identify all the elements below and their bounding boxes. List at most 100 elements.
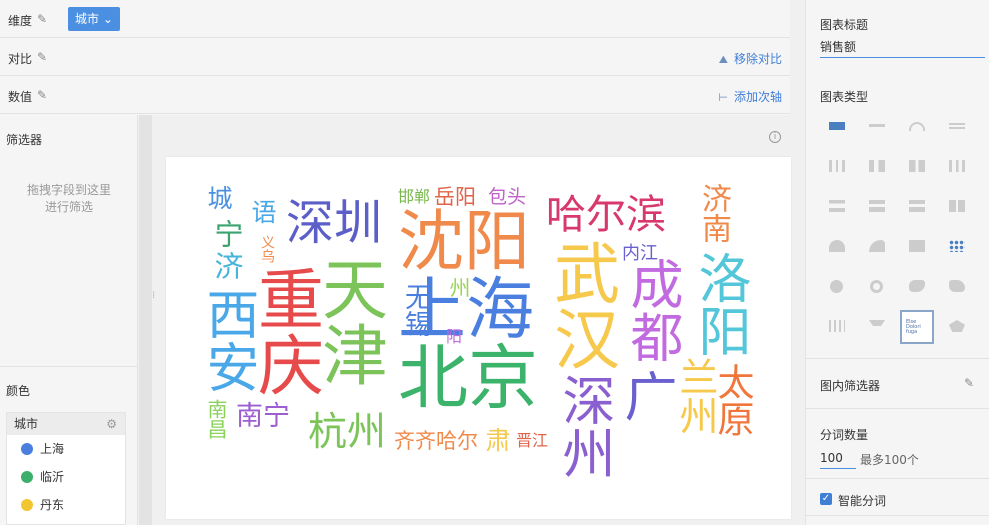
word[interactable]: 南宁 xyxy=(236,403,290,430)
panel-scrollbar[interactable] xyxy=(139,115,152,525)
info-icon[interactable]: i xyxy=(769,131,781,143)
dimension-label: 维度 xyxy=(8,14,33,28)
color-dot xyxy=(21,471,33,483)
divider xyxy=(0,366,138,367)
chart-type-bar-icon[interactable] xyxy=(820,190,854,224)
word[interactable]: 城 xyxy=(204,185,233,210)
pencil-icon[interactable]: ✎ xyxy=(37,50,47,64)
word[interactable]: 北京 xyxy=(398,343,538,413)
word[interactable]: 上海 xyxy=(398,277,534,345)
color-item-label: 临沂 xyxy=(40,470,65,484)
drag-handle-icon[interactable]: ⁞ xyxy=(152,290,155,301)
chart-type-kpi-icon[interactable] xyxy=(860,110,894,144)
pencil-icon[interactable]: ✎ xyxy=(37,88,47,102)
color-item-label: 丹东 xyxy=(40,498,65,512)
chart-type-butterfly-icon[interactable] xyxy=(940,190,974,224)
word[interactable]: 义乌 xyxy=(259,235,275,263)
chart-type-label: 图表类型 xyxy=(820,90,869,104)
smart-seg-label: 智能分词 xyxy=(838,494,887,508)
word[interactable]: 武汉 xyxy=(543,239,620,371)
chart-title-label: 图表标题 xyxy=(820,18,869,32)
dimension-chip-city[interactable]: 城市 ⌄ xyxy=(68,7,120,31)
chevron-down-icon: ⌄ xyxy=(102,12,113,26)
chart-type-waterfall-icon[interactable] xyxy=(940,150,974,184)
chart-type-gauge-icon[interactable] xyxy=(900,110,934,144)
gear-icon[interactable]: ⚙ xyxy=(106,413,117,435)
word[interactable]: 成都 xyxy=(622,257,683,363)
color-field-label: 城市 xyxy=(14,417,39,431)
chart-type-table-icon[interactable] xyxy=(820,110,854,144)
left-panel: 筛选器 拖拽字段到这里 进行筛选 颜色 城市 ⚙ 上海 临沂 丹东 xyxy=(0,115,138,525)
field-shelf: 维度 ✎ 城市 ⌄ 对比 ✎ ⛰ 移除对比 数值 ✎ ⊢ 添加次轴 xyxy=(0,0,790,115)
chart-type-column-icon[interactable] xyxy=(820,150,854,184)
chart-type-wordcloud-icon[interactable]: Else Dolori fuga xyxy=(900,310,934,344)
chart-type-area-icon[interactable] xyxy=(820,230,854,264)
add-axis-link[interactable]: ⊢ 添加次轴 xyxy=(718,88,782,105)
remove-compare-link[interactable]: ⛰ 移除对比 xyxy=(719,50,782,67)
list-item[interactable]: 临沂 xyxy=(7,463,125,491)
word[interactable]: 沈阳 xyxy=(398,209,530,275)
chart-type-parallel-icon[interactable] xyxy=(820,310,854,344)
word[interactable]: 广 xyxy=(616,369,677,422)
word[interactable]: 深州 xyxy=(554,373,615,479)
color-title: 颜色 xyxy=(6,384,31,398)
color-dot xyxy=(21,443,33,455)
chart-title-input[interactable]: 销售额 xyxy=(820,38,985,58)
color-legend: 城市 ⚙ 上海 临沂 丹东 xyxy=(6,412,126,525)
word[interactable]: 济 xyxy=(210,251,244,280)
divider xyxy=(806,478,989,479)
word-count-max: 最多100个 xyxy=(860,453,919,467)
axis-icon: ⊢ xyxy=(718,91,728,104)
word[interactable]: 宁 xyxy=(210,219,244,248)
word[interactable]: 济南 xyxy=(696,183,731,243)
divider xyxy=(806,408,989,409)
word[interactable]: 深圳 xyxy=(286,199,382,247)
word[interactable]: 南昌 xyxy=(204,399,228,439)
chart-type-map-icon[interactable] xyxy=(900,270,934,304)
word[interactable]: 兰州 xyxy=(673,357,718,435)
word[interactable]: 太原 xyxy=(711,363,754,437)
word[interactable]: 洛阳 xyxy=(690,251,751,357)
chart-type-scatter-icon[interactable] xyxy=(940,230,974,264)
filter-title: 筛选器 xyxy=(6,133,43,147)
smart-seg-checkbox[interactable]: ✓ xyxy=(820,493,832,505)
chart-type-pie-icon[interactable] xyxy=(820,270,854,304)
chart-type-stacked-column-icon[interactable] xyxy=(860,150,894,184)
word[interactable]: 语 xyxy=(248,199,277,224)
wordcloud-card: 城 语 深圳 邯郸 岳阳 包头 哈尔滨 济南 沈阳 宁 济 义乌 内江 天津 武… xyxy=(166,157,791,519)
chart-type-percent-column-icon[interactable] xyxy=(900,150,934,184)
chart-type-bubble-map-icon[interactable] xyxy=(940,270,974,304)
inchart-filter-label: 图内筛选器 xyxy=(820,379,881,393)
chart-type-donut-icon[interactable] xyxy=(860,270,894,304)
chart-type-percent-bar-icon[interactable] xyxy=(900,190,934,224)
word-count-input[interactable]: 100 xyxy=(820,449,856,469)
list-item[interactable]: 上海 xyxy=(7,435,125,463)
chart-type-wave-icon[interactable] xyxy=(940,110,974,144)
right-panel: 图表标题 销售额 图表类型 Else Dolori fuga 图内筛选器 ✎ 分词数… xyxy=(805,0,989,525)
word[interactable]: 重庆 xyxy=(247,265,324,397)
chart-type-stacked-bar-icon[interactable] xyxy=(860,190,894,224)
color-item-label: 上海 xyxy=(40,442,65,456)
filter-hint-line1: 拖拽字段到这里 xyxy=(26,183,111,197)
color-dot xyxy=(21,499,33,511)
word[interactable]: 晋江 xyxy=(516,433,548,449)
divider xyxy=(806,515,989,516)
color-field-header[interactable]: 城市 ⚙ xyxy=(7,413,125,435)
word-count-label: 分词数量 xyxy=(820,428,869,442)
word[interactable]: 杭州 xyxy=(308,413,386,452)
word[interactable]: 天津 xyxy=(311,255,388,387)
chart-type-percent-area-icon[interactable] xyxy=(900,230,934,264)
compare-label: 对比 xyxy=(8,52,33,66)
word[interactable]: 哈尔滨 xyxy=(546,195,666,235)
pencil-icon[interactable]: ✎ xyxy=(37,12,47,26)
value-label: 数值 xyxy=(8,90,33,104)
chart-type-funnel-icon[interactable] xyxy=(860,310,894,344)
pencil-icon[interactable]: ✎ xyxy=(964,376,974,390)
chart-type-radar-icon[interactable] xyxy=(940,310,974,344)
word[interactable]: 肃 xyxy=(482,427,511,452)
word[interactable]: 齐齐哈尔 xyxy=(394,431,478,452)
compare-row: 对比 ✎ ⛰ 移除对比 xyxy=(0,38,790,76)
chart-type-stacked-area-icon[interactable] xyxy=(860,230,894,264)
filter-drop-zone[interactable]: 拖拽字段到这里 进行筛选 xyxy=(0,182,138,216)
list-item[interactable]: 丹东 xyxy=(7,491,125,519)
